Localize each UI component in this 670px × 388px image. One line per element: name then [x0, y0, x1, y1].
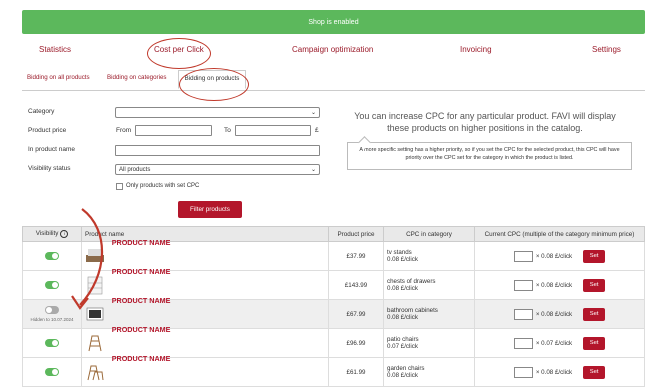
product-thumbnail	[86, 249, 104, 262]
current-cpc: × 0.08 £/click	[535, 368, 573, 376]
cpc-multiplier-input[interactable]	[513, 279, 533, 291]
current-cpc: × 0.08 £/click	[535, 310, 573, 318]
visibility-toggle[interactable]	[45, 252, 59, 260]
visibility-toggle[interactable]	[45, 368, 59, 376]
visibility-select[interactable]: All products ⌄	[115, 164, 320, 175]
category-name: bathroom cabinets	[387, 306, 438, 314]
product-price: £96.99	[328, 328, 384, 358]
nav-settings[interactable]: Settings	[592, 45, 621, 54]
annotation-circle-cpc	[147, 38, 211, 69]
only-cpc-checkbox[interactable]	[116, 183, 123, 190]
current-cpc: × 0.07 £/click	[535, 339, 573, 347]
category-cpc: 0.08 £/click	[387, 372, 418, 379]
nav-statistics[interactable]: Statistics	[39, 45, 71, 54]
product-thumbnail	[88, 335, 102, 352]
table-row: PRODUCT NAME £61.99 garden chairs 0.08 £/…	[22, 354, 645, 387]
category-name: garden chairs	[387, 364, 425, 372]
product-name-link[interactable]: PRODUCT NAME	[112, 296, 171, 305]
products-table: Visibility i Product name Product price …	[22, 226, 645, 387]
category-label: Category	[28, 108, 55, 115]
info-icon[interactable]: i	[60, 230, 69, 238]
set-button[interactable]: Set	[583, 278, 606, 292]
price-label: Product price	[28, 127, 67, 134]
name-label: In product name	[28, 146, 75, 153]
only-cpc-label: Only products with set CPC	[126, 183, 200, 189]
category-select[interactable]: ⌄	[115, 107, 320, 118]
tab-bidding-categories[interactable]: Bidding on categories	[107, 74, 167, 81]
product-name-link[interactable]: PRODUCT NAME	[112, 325, 171, 334]
top-nav: Statistics Cost per Click Campaign optim…	[22, 40, 645, 60]
product-name-link[interactable]: PRODUCT NAME	[112, 354, 171, 363]
product-price: £61.99	[328, 357, 384, 387]
product-name-input[interactable]	[115, 145, 320, 156]
col-visibility: Visibility i	[22, 226, 82, 242]
tab-bidding-all[interactable]: Bidding on all products	[27, 74, 90, 81]
category-name: patio chairs	[387, 335, 419, 343]
category-cpc: 0.08 £/click	[387, 285, 418, 292]
price-from-input[interactable]	[135, 125, 212, 136]
annotation-circle-products	[179, 68, 249, 101]
shop-status-banner: Shop is enabled	[22, 10, 645, 34]
visibility-toggle[interactable]	[45, 339, 59, 347]
cpc-multiplier-input[interactable]	[513, 337, 533, 349]
visibility-toggle[interactable]	[45, 281, 59, 289]
info-tooltip: A more specific setting has a higher pri…	[347, 136, 632, 170]
category-name: tv stands	[387, 248, 412, 256]
product-price: £143.99	[328, 270, 384, 300]
chevron-down-icon: ⌄	[310, 110, 316, 116]
cpc-multiplier-input[interactable]	[513, 366, 533, 378]
info-title: You can increase CPC for any particular …	[354, 111, 616, 133]
col-product-price: Product price	[328, 226, 384, 242]
visibility-value: All products	[119, 166, 151, 173]
price-to-label: To	[224, 127, 231, 134]
product-price: £67.99	[328, 299, 384, 329]
set-button[interactable]: Set	[583, 336, 606, 350]
current-cpc: × 0.08 £/click	[535, 252, 573, 260]
set-button[interactable]: Set	[583, 249, 606, 263]
chevron-down-icon: ⌄	[310, 167, 316, 173]
price-to-input[interactable]	[235, 125, 311, 136]
price-from-label: From	[116, 127, 132, 134]
product-name-link[interactable]: PRODUCT NAME	[112, 267, 171, 276]
hidden-note: Hidden to 10.07.2024	[30, 317, 74, 322]
cpc-multiplier-input[interactable]	[513, 250, 533, 262]
product-name-link[interactable]: PRODUCT NAME	[112, 238, 171, 247]
currency-label: £	[315, 127, 319, 134]
sub-nav: Bidding on all products Bidding on categ…	[22, 70, 645, 91]
col-current-cpc: Current CPC (multiple of the category mi…	[474, 226, 645, 242]
filter-products-button[interactable]: Filter products	[178, 201, 242, 218]
category-name: chests of drawers	[387, 277, 436, 285]
col-cpc-category: CPC in category	[383, 226, 475, 242]
tooltip-text: A more specific setting has a higher pri…	[359, 147, 620, 161]
set-button[interactable]: Set	[583, 365, 606, 379]
visibility-label: Visibility status	[28, 165, 71, 172]
category-cpc: 0.08 £/click	[387, 256, 418, 263]
visibility-toggle[interactable]	[45, 306, 59, 314]
product-thumbnail	[87, 276, 103, 295]
set-button[interactable]: Set	[583, 307, 606, 321]
product-price: £37.99	[328, 241, 384, 271]
category-cpc: 0.08 £/click	[387, 314, 418, 321]
product-thumbnail	[86, 307, 104, 321]
category-cpc: 0.07 £/click	[387, 343, 418, 350]
current-cpc: × 0.08 £/click	[535, 281, 573, 289]
nav-invoicing[interactable]: Invoicing	[460, 45, 492, 54]
product-thumbnail	[87, 365, 104, 381]
cpc-multiplier-input[interactable]	[513, 308, 533, 320]
nav-campaign-optimization[interactable]: Campaign optimization	[292, 45, 373, 54]
